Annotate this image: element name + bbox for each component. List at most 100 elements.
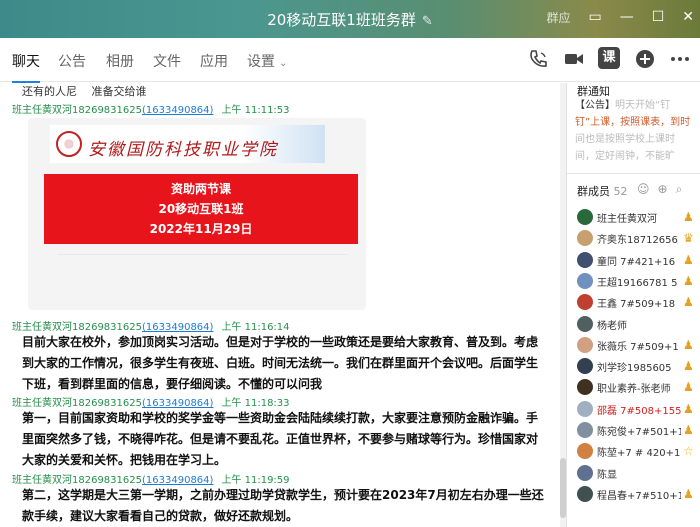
avatar[interactable]	[577, 464, 593, 481]
avatar[interactable]	[577, 315, 593, 332]
member-item[interactable]: 职业素养-张老师 ♟	[567, 377, 700, 398]
maximize-icon[interactable]: ☐	[652, 9, 665, 26]
member-name: 程昌春+7#510+188	[597, 490, 681, 502]
member-item[interactable]: 王超19166781 5 ♟	[567, 271, 700, 292]
avatar[interactable]	[577, 379, 593, 396]
member-name: 刘学珍1985605	[597, 363, 672, 375]
member-name: 陈宛俊+7#501+13	[597, 427, 681, 438]
school-logo: 安徽国防科技职业学院	[50, 125, 325, 163]
course-label: 课	[602, 50, 616, 65]
notice-body[interactable]: 【公告】明天开始“钉 钉”上课，按照课表，到时 间也是按照学校上课时 间，定好闹…	[575, 97, 695, 165]
member-item[interactable]: 张薇乐 7#509+1 ♟	[567, 335, 700, 356]
image-message[interactable]: 安徽国防科技职业学院 资助两节课 20移动互联1班 2022年11月29日	[28, 118, 366, 310]
avatar[interactable]	[577, 230, 593, 247]
avatar[interactable]	[577, 251, 593, 268]
member-name: 陈显	[597, 469, 617, 481]
message-line: 大家的关爱和关怀。把钱用在学习上。	[22, 453, 227, 467]
member-item[interactable]: 邵磊 7#508+15555♟	[567, 399, 700, 420]
member-item[interactable]: 陈宛俊+7#501+13 ♟	[567, 420, 700, 441]
admin-icon: ♛	[683, 231, 694, 246]
person-icon: ♟	[683, 380, 694, 395]
member-name: 齐奥东18712656	[597, 235, 678, 247]
notice-text-d: 间，定好闹钟，不能旷	[575, 151, 675, 162]
member-count: 52	[613, 185, 628, 198]
member-name: 陈堃+7 # 420+1	[597, 448, 681, 460]
group-app-label[interactable]: 群应	[546, 9, 570, 26]
message-line: 第一，目前国家资助和学校的奖学金等一些资助金会陆陆续续打款，大家要注意预防金融诈…	[22, 411, 539, 425]
member-name: 童同 7#421+16	[597, 256, 676, 268]
avatar[interactable]	[577, 272, 593, 289]
member-item[interactable]: 陈堃+7 # 420+1 ☆	[567, 441, 700, 462]
avatar[interactable]	[577, 209, 593, 225]
more-icon[interactable]	[669, 48, 691, 70]
close-icon[interactable]: ✕	[682, 9, 694, 26]
message-text: 第一，目前国家资助和学校的奖学金等一些资助金会陆陆续续打款，大家要注意预防金融诈…	[22, 408, 552, 471]
message-header: 班主任黄双河18269831625(1633490864) 上午 11:19:59	[12, 471, 290, 486]
member-item[interactable]: 刘学珍1985605 ♟	[567, 356, 700, 377]
member-name: 邵磊 7#508+15555	[597, 405, 681, 417]
message-time: 上午 11:11:53	[221, 105, 290, 116]
message-header: 班主任黄双河18269831625(1633490864) 上午 11:16:14	[12, 318, 290, 333]
members-title: 群成员	[577, 185, 610, 198]
member-name: 杨老师	[597, 320, 627, 332]
search-icon[interactable]: ⌕	[676, 182, 683, 197]
message-line: 目前大家在校外，参加顶岗实习活动。但是对于学校的一些政策还是要给大家教育、普及到…	[22, 335, 539, 349]
notice-text-b: 钉”上课，按照课表，到时	[575, 117, 691, 128]
person-icon: ♟	[683, 486, 694, 501]
avatar[interactable]	[577, 294, 593, 311]
person-icon: ♟	[683, 337, 694, 352]
message-line: 里面突然多了钱，不晓得咋花。但是请不要乱花。正值世界杯，不要参与赌球等行为。珍惜…	[22, 432, 539, 446]
image-banner: 资助两节课 20移动互联1班 2022年11月29日	[44, 174, 358, 244]
member-item[interactable]: 陈显	[567, 463, 700, 484]
sender-name[interactable]: 班主任黄双河18269831625	[12, 105, 142, 116]
person-icon: ♟	[683, 210, 694, 224]
chat-line-top: 还有的人尼 准备交给谁	[22, 85, 147, 98]
message-header: 班主任黄双河18269831625(1633490864) 上午 11:11:53	[12, 101, 290, 116]
message-line: 下班，看到群里面的信息，要仔细阅读。不懂的可以问我	[22, 377, 323, 391]
add-icon[interactable]	[634, 48, 656, 70]
title-bar: 20移动互联1班班务群 ✎ 群应 ▭ — ☐ ✕	[0, 0, 700, 38]
restore-icon[interactable]: ▭	[588, 9, 601, 26]
banner-line-2: 20移动互联1班	[158, 202, 244, 216]
member-item[interactable]: 童同 7#421+16 ♟	[567, 250, 700, 271]
course-icon[interactable]: 课	[598, 47, 620, 69]
notice-text-c: 间也是按照学校上课时	[575, 134, 675, 145]
message-text: 目前大家在校外，参加顶岗实习活动。但是对于学校的一些政策还是要给大家教育、普及到…	[22, 332, 552, 395]
phone-icon[interactable]	[527, 48, 549, 70]
member-item[interactable]: 程昌春+7#510+188♟	[567, 484, 700, 505]
member-tools: ☺ ⊕ ⌕	[637, 182, 682, 197]
member-item[interactable]: 齐奥东18712656 ♛	[567, 228, 700, 249]
sender-qq-number[interactable]: (1633490864)	[142, 105, 213, 116]
member-name: 班主任黄双河	[597, 214, 657, 225]
person-icon: ♟	[683, 252, 694, 267]
tab-bar: 聊天 公告 相册 文件 应用 设置 ⌄ 课	[0, 38, 700, 83]
tab-announcement[interactable]: 公告	[58, 51, 86, 71]
message-line: 到大家的工作情况，很多学生有夜班、白班。时间无法统一。我们在群里面开个会议吧。后…	[22, 356, 539, 370]
tab-chat[interactable]: 聊天	[12, 51, 40, 83]
member-item[interactable]: 王鑫 7#509+18 ♟	[567, 292, 700, 313]
tab-album[interactable]: 相册	[106, 51, 134, 71]
message-line: 第二，这学期是大三第一学期，之前办理过助学贷款学生，预计要在2023年7月初左右…	[22, 488, 544, 502]
person-icon: ♟	[683, 423, 694, 437]
avatar[interactable]	[577, 358, 593, 375]
video-icon[interactable]	[563, 48, 585, 70]
minimize-icon[interactable]: —	[620, 9, 634, 26]
person-icon: ♟	[683, 295, 694, 310]
add-member-icon[interactable]: ⊕	[658, 182, 668, 197]
avatar[interactable]	[577, 443, 593, 460]
member-item[interactable]: 杨老师	[567, 314, 700, 335]
edit-icon[interactable]: ✎	[422, 14, 433, 29]
tab-files[interactable]: 文件	[153, 51, 181, 71]
member-item[interactable]: 班主任黄双河 ♟	[567, 207, 700, 228]
avatar[interactable]	[577, 485, 593, 502]
message-header: 班主任黄双河18269831625(1633490864) 上午 11:18:33	[12, 394, 290, 409]
star-icon: ☆	[683, 444, 694, 459]
tab-apps[interactable]: 应用	[200, 51, 228, 71]
emoji-icon[interactable]: ☺	[637, 182, 650, 197]
avatar[interactable]	[577, 400, 593, 417]
banner-line-1: 资助两节课	[170, 182, 231, 196]
avatar[interactable]	[577, 422, 593, 438]
tab-settings-label: 设置	[247, 54, 275, 70]
tab-settings[interactable]: 设置 ⌄	[247, 51, 287, 71]
avatar[interactable]	[577, 336, 593, 353]
